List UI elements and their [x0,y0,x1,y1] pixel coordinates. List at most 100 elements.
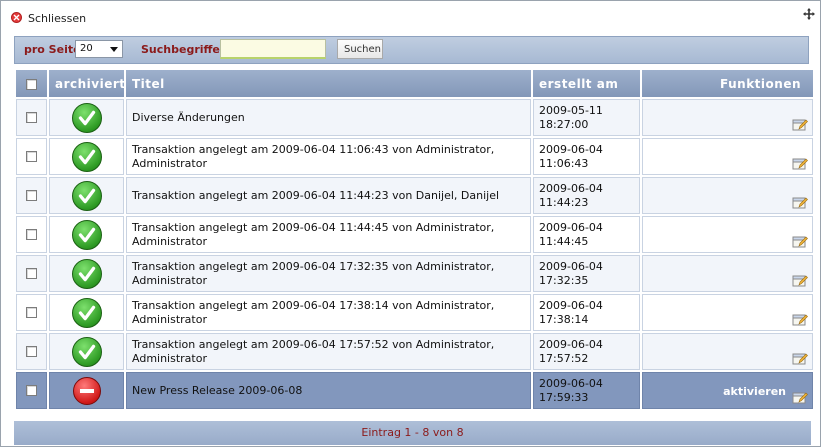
row-time: 11:44:23 [539,195,589,209]
search-label: Suchbegriffe [141,43,220,56]
transaction-table: archiviert Titel erstellt am Funktionen … [14,68,815,411]
title-cell: Transaktion angelegt am 2009-06-04 11:44… [126,216,531,253]
chevron-down-icon [110,47,118,52]
edit-icon[interactable] [792,390,808,404]
close-icon[interactable] [11,12,22,23]
header-archived[interactable]: archiviert [49,70,125,97]
title-cell: Transaktion angelegt am 2009-06-04 11:06… [126,138,531,175]
table-row[interactable]: Diverse Änderungen 2009-05-11 18:27:00 [16,99,813,136]
edit-icon[interactable] [792,195,808,209]
archived-check-icon [71,297,102,328]
functions-cell [642,99,813,136]
row-time: 17:57:52 [539,351,589,365]
row-select-cell [16,372,47,409]
per-page-select[interactable]: 20 [75,40,123,58]
header-created[interactable]: erstellt am [533,70,640,97]
row-checkbox[interactable] [26,268,37,279]
table-row[interactable]: New Press Release 2009-06-08 2009-06-04 17… [16,372,813,409]
row-select-cell [16,99,47,136]
table-row[interactable]: Transaktion angelegt am 2009-06-04 11:44… [16,216,813,253]
search-button[interactable]: Suchen [337,39,383,59]
table-row[interactable]: Transaktion angelegt am 2009-06-04 17:38… [16,294,813,331]
functions-cell: aktivieren [642,372,813,409]
row-time: 17:59:33 [539,390,589,404]
archived-cell [49,333,124,370]
header-title[interactable]: Titel [126,70,531,97]
table-row[interactable]: Transaktion angelegt am 2009-06-04 11:44… [16,177,813,214]
row-title: Transaktion angelegt am 2009-06-04 11:44… [132,188,500,202]
row-checkbox[interactable] [26,346,37,357]
created-cell: 2009-06-04 17:32:35 [533,255,640,292]
activate-link[interactable]: aktivieren [723,385,786,399]
row-checkbox[interactable] [26,151,37,162]
search-input[interactable] [220,39,326,59]
functions-cell [642,255,813,292]
row-checkbox[interactable] [26,112,37,123]
row-date: 2009-05-11 [539,103,603,117]
archived-check-icon [71,219,102,250]
archived-cell [49,99,124,136]
row-select-cell [16,138,47,175]
edit-icon[interactable] [792,117,808,131]
row-date: 2009-06-04 [539,337,603,351]
title-cell: New Press Release 2009-06-08 [126,372,531,409]
row-date: 2009-06-04 [539,376,603,390]
per-page-value: 20 [80,43,93,54]
archived-cell [49,177,124,214]
row-date: 2009-06-04 [539,142,603,156]
table-header: archiviert Titel erstellt am Funktionen [16,70,813,97]
table-row[interactable]: Transaktion angelegt am 2009-06-04 17:57… [16,333,813,370]
row-checkbox[interactable] [26,307,37,318]
functions-cell [642,138,813,175]
created-cell: 2009-06-04 17:38:14 [533,294,640,331]
row-select-cell [16,294,47,331]
per-page-label: pro Seite [24,43,81,56]
archived-cell [49,294,124,331]
row-time: 17:32:35 [539,273,589,287]
created-cell: 2009-06-04 17:57:52 [533,333,640,370]
edit-icon[interactable] [792,156,808,170]
select-all-checkbox[interactable] [26,78,37,90]
row-date: 2009-06-04 [539,259,603,273]
title-cell: Diverse Änderungen [126,99,531,136]
title-cell: Transaktion angelegt am 2009-06-04 17:38… [126,294,531,331]
created-cell: 2009-06-04 11:06:43 [533,138,640,175]
table-row[interactable]: Transaktion angelegt am 2009-06-04 11:06… [16,138,813,175]
functions-cell [642,177,813,214]
row-time: 17:38:14 [539,312,589,326]
row-title: Diverse Änderungen [132,110,245,124]
title-cell: Transaktion angelegt am 2009-06-04 17:32… [126,255,531,292]
title-bar: Schliessen [1,1,820,35]
edit-icon[interactable] [792,351,808,365]
row-select-cell [16,255,47,292]
row-title: Transaktion angelegt am 2009-06-04 17:32… [132,259,495,287]
functions-cell [642,294,813,331]
row-title: Transaktion angelegt am 2009-06-04 17:57… [132,337,495,365]
dialog: Schliessen pro Seite 20 Suchbegriffe Suc… [0,0,821,447]
close-button[interactable]: Schliessen [28,12,86,25]
not-archived-icon [72,376,101,405]
table-row[interactable]: Transaktion angelegt am 2009-06-04 17:32… [16,255,813,292]
select-all-header [16,70,47,97]
row-select-cell [16,333,47,370]
archived-check-icon [71,141,102,172]
row-checkbox[interactable] [26,190,37,201]
row-checkbox[interactable] [26,229,37,240]
row-date: 2009-06-04 [539,181,603,195]
row-time: 11:06:43 [539,156,589,170]
edit-icon[interactable] [792,273,808,287]
row-checkbox[interactable] [26,385,37,396]
row-title: New Press Release 2009-06-08 [132,383,303,397]
move-icon[interactable] [802,7,816,21]
archived-check-icon [71,180,102,211]
archived-cell [49,138,124,175]
edit-icon[interactable] [792,234,808,248]
toolbar: pro Seite 20 Suchbegriffe Suchen [14,36,809,64]
row-date: 2009-06-04 [539,220,603,234]
archived-cell [49,372,124,409]
edit-icon[interactable] [792,312,808,326]
header-functions: Funktionen [642,70,813,97]
created-cell: 2009-06-04 11:44:23 [533,177,640,214]
row-select-cell [16,216,47,253]
row-date: 2009-06-04 [539,298,603,312]
